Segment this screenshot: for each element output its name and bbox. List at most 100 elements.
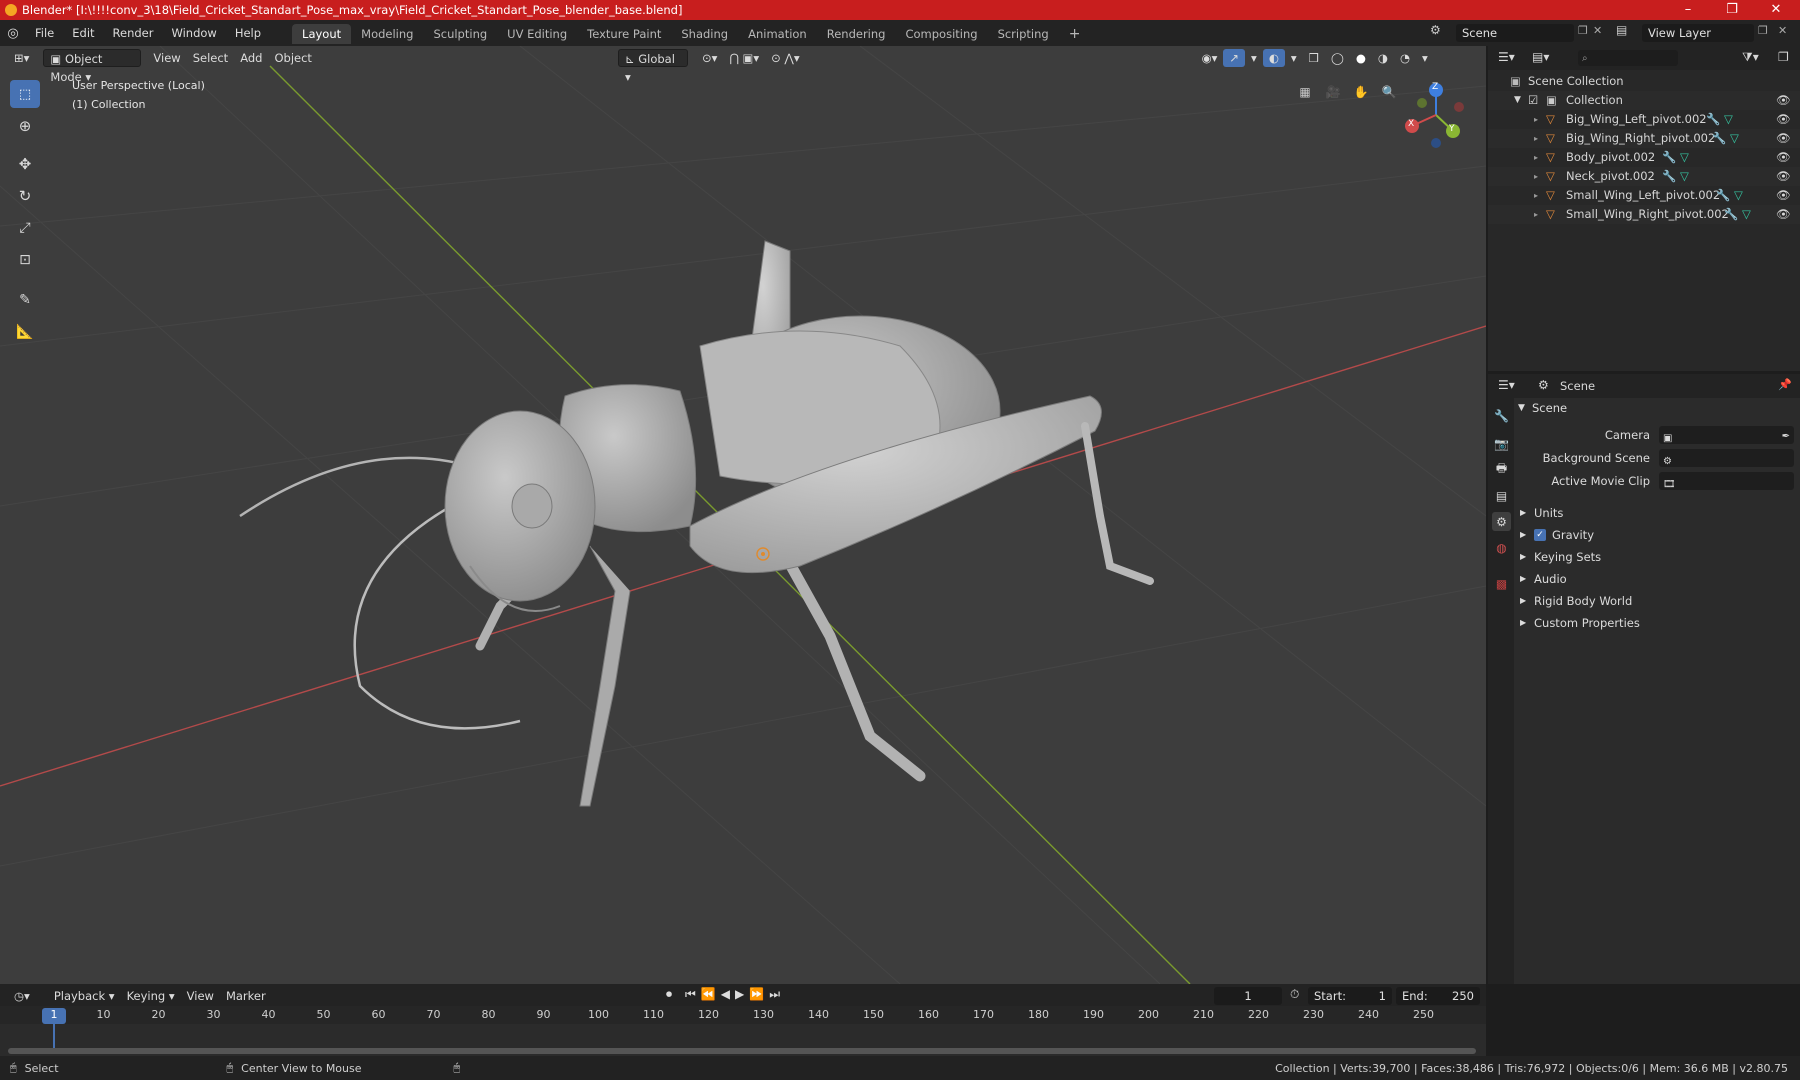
- audio-panel[interactable]: ▶ Audio: [1514, 568, 1800, 590]
- camera-view-icon[interactable]: 🎥: [1320, 79, 1346, 105]
- solid-shading-icon[interactable]: ●: [1350, 49, 1372, 67]
- editor-type-icon[interactable]: ⊞▾: [8, 49, 35, 67]
- 3d-viewport[interactable]: [0, 46, 1486, 984]
- expand-arrow-icon[interactable]: ▸: [1534, 205, 1538, 224]
- outliner-item[interactable]: ▸ ▽ Body_pivot.002 🔧 ▽ 👁: [1488, 148, 1800, 167]
- menu-window[interactable]: Window: [162, 20, 225, 46]
- render-tab-icon[interactable]: 📷: [1492, 434, 1511, 453]
- output-tab-icon[interactable]: 🖶: [1492, 460, 1511, 479]
- delete-view-layer-icon[interactable]: ✕: [1778, 24, 1787, 37]
- new-collection-icon[interactable]: ❐: [1778, 50, 1789, 64]
- current-frame-field[interactable]: 1: [1214, 987, 1282, 1005]
- shading-dropdown-icon[interactable]: ▾: [1416, 49, 1434, 67]
- menu-edit[interactable]: Edit: [63, 20, 103, 46]
- tool-tab-icon[interactable]: 🔧: [1492, 406, 1511, 425]
- clock-icon[interactable]: ⏱: [1290, 987, 1299, 1002]
- visibility-icon[interactable]: ◉▾: [1196, 49, 1224, 67]
- expand-arrow-icon[interactable]: ▸: [1534, 110, 1538, 129]
- outliner-item[interactable]: ▸ ▽ Small_Wing_Right_pivot.002 🔧 ▽ 👁: [1488, 205, 1800, 224]
- restore-button[interactable]: ❐: [1710, 0, 1754, 20]
- menu-view[interactable]: View: [147, 49, 186, 67]
- outliner-item[interactable]: ▸ ▽ Neck_pivot.002 🔧 ▽ 👁: [1488, 167, 1800, 186]
- menu-playback[interactable]: Playback ▾: [48, 987, 121, 1005]
- expand-arrow-icon[interactable]: ▸: [1534, 129, 1538, 148]
- gravity-panel[interactable]: ▶ ✓ Gravity: [1514, 524, 1800, 546]
- view-layer-tab-icon[interactable]: ▤: [1492, 486, 1511, 505]
- wireframe-shading-icon[interactable]: ◯: [1325, 49, 1350, 67]
- orientation-dropdown[interactable]: ⊾ Global ▾: [617, 49, 688, 84]
- properties-editor-icon[interactable]: ☰▾: [1498, 378, 1515, 392]
- rigid-body-world-panel[interactable]: ▶ Rigid Body World: [1514, 590, 1800, 612]
- move-tool[interactable]: ✥: [10, 150, 40, 178]
- keying-sets-panel[interactable]: ▶ Keying Sets: [1514, 546, 1800, 568]
- overlay-toggle-icon[interactable]: ◐: [1262, 49, 1285, 67]
- add-workspace-button[interactable]: +: [1059, 24, 1091, 44]
- eyedropper-icon[interactable]: ✒: [1782, 426, 1790, 448]
- cursor-tool[interactable]: ⊕: [10, 112, 40, 140]
- eye-icon[interactable]: 👁: [1776, 110, 1791, 129]
- eye-icon[interactable]: 👁: [1776, 91, 1791, 110]
- expand-arrow-icon[interactable]: ▼: [1514, 91, 1521, 110]
- world-tab-icon[interactable]: ◍: [1492, 538, 1511, 557]
- new-scene-icon[interactable]: ❐: [1578, 24, 1588, 37]
- custom-properties-panel[interactable]: ▶ Custom Properties: [1514, 612, 1800, 634]
- texture-tab-icon[interactable]: ▩: [1492, 574, 1511, 593]
- toggle-camera-grid-icon[interactable]: ▦: [1292, 79, 1318, 105]
- outliner-item[interactable]: ▸ ▽ Small_Wing_Left_pivot.002 🔧 ▽ 👁: [1488, 186, 1800, 205]
- object-mode-dropdown[interactable]: ▣ Object Mode ▾: [43, 49, 142, 84]
- scene-tab-icon[interactable]: ⚙: [1492, 512, 1511, 531]
- annotate-tool[interactable]: ✎: [10, 286, 40, 314]
- gizmo-toggle-icon[interactable]: ↗: [1223, 49, 1246, 67]
- menu-timeline-view[interactable]: View: [181, 987, 220, 1005]
- view-layer-selector[interactable]: View Layer: [1642, 24, 1754, 42]
- tab-compositing[interactable]: Compositing: [895, 24, 987, 44]
- eye-icon[interactable]: 👁: [1776, 167, 1791, 186]
- minimize-button[interactable]: –: [1666, 0, 1710, 20]
- navigation-gizmo[interactable]: Z Y X: [1396, 80, 1486, 150]
- tab-animation[interactable]: Animation: [738, 24, 817, 44]
- outliner-editor-icon[interactable]: ☰▾: [1498, 50, 1515, 64]
- eye-icon[interactable]: 👁: [1776, 205, 1791, 224]
- eye-icon[interactable]: 👁: [1776, 129, 1791, 148]
- gizmo-dropdown-icon[interactable]: ▾: [1245, 49, 1263, 67]
- tab-layout[interactable]: Layout: [292, 24, 352, 44]
- rendered-shading-icon[interactable]: ◔: [1394, 49, 1416, 67]
- jump-start-icon[interactable]: ⏮: [685, 987, 696, 1002]
- outliner-search-input[interactable]: ⌕: [1578, 50, 1678, 66]
- expand-arrow-icon[interactable]: ▸: [1534, 167, 1538, 186]
- eye-icon[interactable]: 👁: [1776, 148, 1791, 167]
- blender-menu-icon[interactable]: ◎: [0, 26, 26, 41]
- menu-add[interactable]: Add: [234, 49, 268, 67]
- outliner-item[interactable]: ▸ ▽ Big_Wing_Left_pivot.002 🔧 ▽ 👁: [1488, 110, 1800, 129]
- units-panel[interactable]: ▶ Units: [1514, 502, 1800, 524]
- menu-select[interactable]: Select: [187, 49, 234, 67]
- jump-end-icon[interactable]: ⏭: [769, 987, 780, 1002]
- prev-keyframe-icon[interactable]: ⏪: [701, 987, 716, 1002]
- display-mode-icon[interactable]: ▤▾: [1532, 50, 1549, 64]
- menu-keying[interactable]: Keying ▾: [121, 987, 181, 1005]
- scale-tool[interactable]: ⤢: [10, 214, 40, 242]
- camera-field[interactable]: ▣ ✒: [1659, 426, 1794, 444]
- pan-view-icon[interactable]: ✋: [1348, 79, 1374, 105]
- scene-selector[interactable]: Scene: [1456, 24, 1574, 42]
- tab-sculpting[interactable]: Sculpting: [423, 24, 497, 44]
- pivot-point-icon[interactable]: ⊙▾: [696, 49, 723, 67]
- menu-render[interactable]: Render: [104, 20, 163, 46]
- proportional-edit-icon[interactable]: ⊙ ⋀▾: [765, 49, 806, 67]
- outliner-scene-collection[interactable]: ▣ Scene Collection: [1488, 72, 1800, 91]
- menu-help[interactable]: Help: [226, 20, 270, 46]
- select-box-tool[interactable]: ⬚: [10, 80, 40, 108]
- transform-tool[interactable]: ⊡: [10, 246, 40, 274]
- next-keyframe-icon[interactable]: ⏩: [749, 987, 764, 1002]
- tab-modeling[interactable]: Modeling: [351, 24, 423, 44]
- start-frame-field[interactable]: Start: 1: [1308, 987, 1392, 1005]
- expand-arrow-icon[interactable]: ▸: [1534, 186, 1538, 205]
- snap-icon[interactable]: ⋂ ▣▾: [723, 49, 765, 67]
- end-frame-field[interactable]: End: 250: [1396, 987, 1480, 1005]
- pin-icon[interactable]: 📌: [1778, 378, 1792, 391]
- timeline-scrollbar[interactable]: [8, 1048, 1476, 1054]
- outliner-item[interactable]: ▸ ▽ Big_Wing_Right_pivot.002 🔧 ▽ 👁: [1488, 129, 1800, 148]
- filter-icon[interactable]: ⧩▾: [1742, 50, 1759, 65]
- xray-icon[interactable]: ❒: [1303, 49, 1325, 67]
- timeline-editor-icon[interactable]: ◷▾: [8, 987, 36, 1005]
